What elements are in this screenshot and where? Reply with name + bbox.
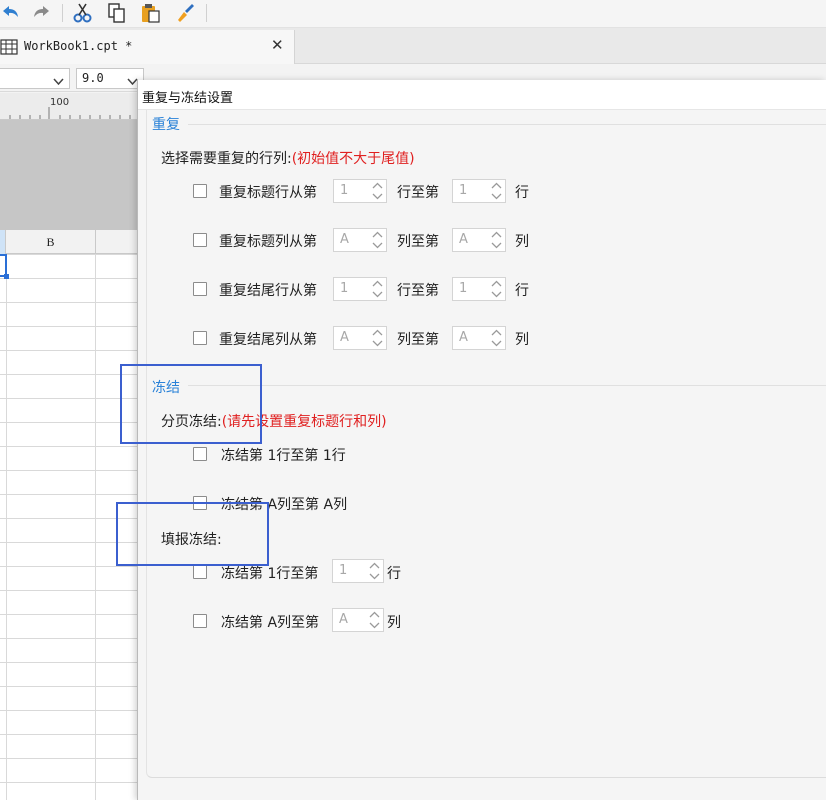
tab-title: WorkBook1.cpt * xyxy=(24,39,133,53)
repeat-footer-row-mid: 行至第 xyxy=(397,283,439,299)
fill-freeze-row-to-spinner[interactable]: 1 xyxy=(332,559,384,583)
repeat-footer-row-checkbox[interactable] xyxy=(193,282,207,296)
fill-freeze-col-to-spinner[interactable]: A xyxy=(332,608,384,632)
tab-strip: WorkBook1.cpt * ✕ xyxy=(0,28,826,64)
toolbar-separator xyxy=(206,4,207,22)
main-toolbar xyxy=(0,0,826,28)
fill-freeze-row-checkbox[interactable] xyxy=(193,565,207,579)
font-size-select[interactable]: 9.0 xyxy=(76,68,144,89)
spinner-arrows-icon[interactable] xyxy=(488,278,505,300)
spinner-value: 1 xyxy=(339,563,348,578)
spinner-value: A xyxy=(459,330,468,345)
repeat-title-col-to-spinner[interactable]: A xyxy=(452,228,506,252)
font-name-select[interactable] xyxy=(0,68,70,89)
spinner-value: 1 xyxy=(340,183,349,198)
ruler-ticks xyxy=(9,107,131,119)
repeat-title-row-mid: 行至第 xyxy=(397,185,439,201)
repeat-title-row-from-spinner[interactable]: 1 xyxy=(333,179,387,203)
format-painter-icon[interactable] xyxy=(174,2,196,24)
column-header: B xyxy=(0,230,140,254)
repeat-footer-row-label: 重复结尾行从第 xyxy=(219,283,317,299)
page-freeze-row-text: 冻结第 1行至第 1行 xyxy=(221,448,346,464)
repeat-section-title: 重复 xyxy=(152,117,180,133)
repeat-footer-col-checkbox[interactable] xyxy=(193,331,207,345)
spinner-arrows-icon[interactable] xyxy=(369,278,386,300)
spinner-arrows-icon[interactable] xyxy=(369,327,386,349)
column-header-b[interactable]: B xyxy=(6,230,96,254)
repeat-footer-row-from-spinner[interactable]: 1 xyxy=(333,277,387,301)
dialog-title: 重复与冻结设置 xyxy=(142,91,234,106)
ruler: 100 xyxy=(0,93,140,120)
spinner-value: 1 xyxy=(340,281,349,296)
cut-icon[interactable] xyxy=(72,2,94,24)
repeat-title-row-unit: 行 xyxy=(515,185,529,201)
spinner-arrows-icon[interactable] xyxy=(488,229,505,251)
spinner-arrows-icon[interactable] xyxy=(366,560,383,582)
spinner-arrows-icon[interactable] xyxy=(369,229,386,251)
annotation-box-fill-freeze xyxy=(116,502,269,566)
copy-icon[interactable] xyxy=(106,2,128,24)
spinner-value: 1 xyxy=(459,281,468,296)
spinner-arrows-icon[interactable] xyxy=(488,327,505,349)
repeat-title-row-to-spinner[interactable]: 1 xyxy=(452,179,506,203)
fill-freeze-col-checkbox[interactable] xyxy=(193,614,207,628)
annotation-box-freeze xyxy=(120,364,262,444)
repeat-title-row-label: 重复标题行从第 xyxy=(219,185,317,201)
repeat-footer-col-mid: 列至第 xyxy=(397,332,439,348)
repeat-hint: (初始值不大于尾值) xyxy=(291,151,415,167)
repeat-title-col-unit: 列 xyxy=(515,234,529,250)
fill-freeze-row-unit: 行 xyxy=(387,566,401,582)
repeat-title-col-from-spinner[interactable]: A xyxy=(333,228,387,252)
spinner-value: A xyxy=(459,232,468,247)
dialog-titlebar[interactable]: 重复与冻结设置 xyxy=(138,80,826,110)
spinner-value: A xyxy=(340,232,349,247)
section-divider xyxy=(188,385,826,386)
page-freeze-row-checkbox[interactable] xyxy=(193,447,207,461)
spinner-arrows-icon[interactable] xyxy=(488,180,505,202)
repeat-select-label: 选择需要重复的行列:(初始值不大于尾值) xyxy=(161,151,415,167)
repeat-title-col-checkbox[interactable] xyxy=(193,233,207,247)
spinner-value: A xyxy=(339,612,348,627)
spinner-value: 1 xyxy=(459,183,468,198)
repeat-title-col-label: 重复标题列从第 xyxy=(219,234,317,250)
repeat-title-col-mid: 列至第 xyxy=(397,234,439,250)
fill-freeze-col-unit: 列 xyxy=(387,615,401,631)
spinner-value: A xyxy=(340,330,349,345)
repeat-footer-col-unit: 列 xyxy=(515,332,529,348)
chevron-down-icon xyxy=(52,73,65,86)
spinner-arrows-icon[interactable] xyxy=(369,180,386,202)
repeat-title-row-checkbox[interactable] xyxy=(193,184,207,198)
repeat-footer-row-to-spinner[interactable]: 1 xyxy=(452,277,506,301)
fill-freeze-col-text: 冻结第 A列至第 xyxy=(221,615,320,631)
undo-icon[interactable] xyxy=(0,2,22,24)
spreadsheet-icon xyxy=(0,39,18,59)
repeat-footer-row-unit: 行 xyxy=(515,283,529,299)
font-size-value: 9.0 xyxy=(82,71,104,85)
paste-icon[interactable] xyxy=(140,2,162,24)
fill-handle[interactable] xyxy=(4,274,9,279)
sheet-margin-area xyxy=(0,120,140,230)
redo-icon[interactable] xyxy=(30,2,52,24)
fill-freeze-row-text: 冻结第 1行至第 xyxy=(221,566,319,582)
section-divider xyxy=(188,124,826,125)
toolbar-separator xyxy=(62,4,63,22)
repeat-footer-col-from-spinner[interactable]: A xyxy=(333,326,387,350)
repeat-footer-col-to-spinner[interactable]: A xyxy=(452,326,506,350)
dialog-content xyxy=(146,110,826,778)
repeat-footer-col-label: 重复结尾列从第 xyxy=(219,332,317,348)
tab-workbook[interactable]: WorkBook1.cpt * ✕ xyxy=(0,30,295,64)
close-icon[interactable]: ✕ xyxy=(271,36,284,54)
spinner-arrows-icon[interactable] xyxy=(366,609,383,631)
